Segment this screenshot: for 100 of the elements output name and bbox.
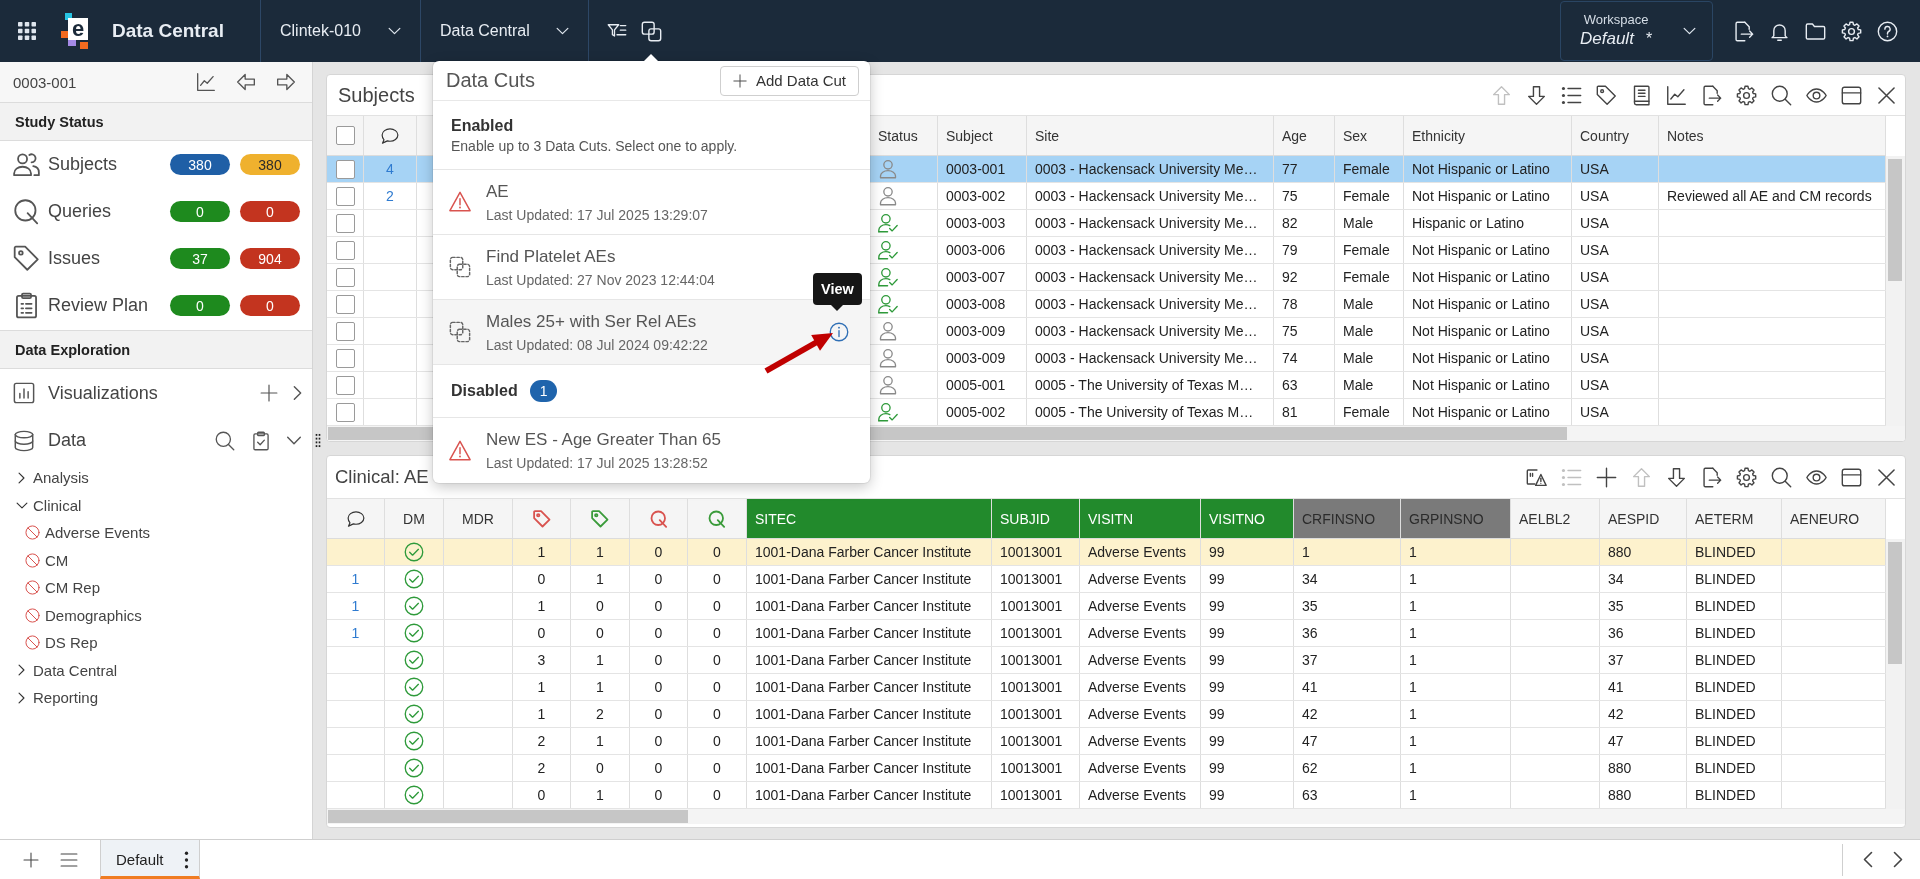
column-header[interactable]: Site xyxy=(1027,116,1274,155)
horizontal-scrollbar[interactable] xyxy=(327,809,1905,824)
chevron-left-icon[interactable] xyxy=(1863,851,1873,868)
table-row[interactable]: 1 0 0 0 0 1001-Dana Farber Cancer Institute 10013001 Adverse Events 99 36 1 36 BLINDED xyxy=(327,620,1886,647)
tag-icon[interactable] xyxy=(1596,84,1617,106)
tree-item[interactable]: Clinical xyxy=(33,496,82,514)
settings-icon[interactable] xyxy=(1736,84,1757,106)
panel-icon[interactable] xyxy=(1841,84,1862,106)
column-header[interactable]: Notes xyxy=(1659,116,1886,155)
column-header[interactable]: Age xyxy=(1274,116,1335,155)
settings-icon[interactable] xyxy=(1736,466,1757,488)
list-icon[interactable] xyxy=(1561,84,1582,106)
column-header[interactable]: VISITNO xyxy=(1201,499,1294,538)
folder-icon[interactable] xyxy=(1805,20,1826,42)
document-warning-icon[interactable] xyxy=(1526,466,1547,488)
sidebar-item[interactable]: Visualizations xyxy=(48,382,158,404)
column-header[interactable]: SITEC xyxy=(747,499,992,538)
vertical-scrollbar[interactable] xyxy=(1886,539,1905,809)
table-row[interactable]: 2 0 0 0 1001-Dana Farber Cancer Institute 10013001 Adverse Events 99 62 1 880 BLINDED xyxy=(327,755,1886,782)
add-data-cut-button[interactable]: Add Data Cut xyxy=(719,65,859,96)
info-icon[interactable] xyxy=(829,322,849,342)
column-header[interactable]: Subject xyxy=(938,116,1027,155)
column-header[interactable]: DM xyxy=(385,499,444,538)
chevron-right-icon[interactable] xyxy=(1893,851,1903,868)
book-icon[interactable] xyxy=(1631,84,1652,106)
comment-count[interactable]: 1 xyxy=(327,620,385,646)
workspace-selector[interactable]: Workspace Default * xyxy=(1560,1,1713,61)
panel-icon[interactable] xyxy=(1841,466,1862,488)
column-header[interactable]: MDR xyxy=(444,499,513,538)
workspace-tab[interactable]: Default xyxy=(100,840,200,879)
table-row[interactable]: 1 1 0 0 1001-Dana Farber Cancer Institute 10013001 Adverse Events 99 41 1 41 BLINDED xyxy=(327,674,1886,701)
export-icon[interactable] xyxy=(1733,20,1754,42)
clipboard-check-icon[interactable] xyxy=(251,430,271,451)
menu-icon[interactable] xyxy=(60,850,78,869)
arrow-down-icon[interactable] xyxy=(1526,84,1547,106)
dropdown-selector[interactable]: Data Central xyxy=(421,0,588,62)
row-checkbox[interactable] xyxy=(335,213,355,233)
plus-icon[interactable] xyxy=(1596,466,1617,488)
arrow-left-icon[interactable] xyxy=(236,72,256,92)
column-header[interactable]: Sex xyxy=(1335,116,1404,155)
kebab-menu-icon[interactable] xyxy=(184,850,189,869)
row-checkbox[interactable] xyxy=(335,375,355,395)
row-checkbox[interactable] xyxy=(335,159,355,179)
sidebar-item[interactable]: Issues xyxy=(48,248,101,269)
chevron-right-icon[interactable] xyxy=(18,691,25,704)
line-chart-icon[interactable] xyxy=(1666,84,1687,106)
column-header[interactable]: AENEURO xyxy=(1782,499,1886,538)
sidebar-item[interactable]: Review Plan xyxy=(48,295,149,316)
row-checkbox[interactable] xyxy=(335,186,355,206)
comment-count[interactable]: 1 xyxy=(327,566,385,592)
table-row[interactable]: 1 0 1 0 0 1001-Dana Farber Cancer Institute 10013001 Adverse Events 99 34 1 34 BLINDED xyxy=(327,566,1886,593)
table-row[interactable]: 3 1 0 0 1001-Dana Farber Cancer Institute 10013001 Adverse Events 99 37 1 37 BLINDED xyxy=(327,647,1886,674)
table-row[interactable]: 0 1 0 0 1001-Dana Farber Cancer Institute 10013001 Adverse Events 99 63 1 880 BLINDED xyxy=(327,782,1886,809)
sidebar-item[interactable]: Subjects xyxy=(48,154,118,175)
table-row[interactable]: 1 1 0 0 1001-Dana Farber Cancer Institute 10013001 Adverse Events 99 1 1 880 BLINDED xyxy=(327,539,1886,566)
table-row[interactable]: 1 1 0 0 0 1001-Dana Farber Cancer Institute 10013001 Adverse Events 99 35 1 35 BLINDED xyxy=(327,593,1886,620)
row-checkbox[interactable] xyxy=(335,294,355,314)
tree-item[interactable]: Reporting xyxy=(33,689,99,707)
scrollbar-thumb[interactable] xyxy=(1888,159,1902,281)
chevron-right-icon[interactable] xyxy=(293,385,302,401)
arrow-down-icon[interactable] xyxy=(1666,466,1687,488)
apps-grid-icon[interactable] xyxy=(18,22,36,40)
export-icon[interactable] xyxy=(1701,84,1722,106)
select-all-checkbox[interactable] xyxy=(335,126,355,145)
chevron-right-icon[interactable] xyxy=(18,664,25,677)
row-checkbox[interactable] xyxy=(335,348,355,368)
export-icon[interactable] xyxy=(1701,466,1722,488)
column-header[interactable]: VISITN xyxy=(1080,499,1201,538)
scrollbar-thumb[interactable] xyxy=(328,810,688,823)
column-header[interactable]: Country xyxy=(1572,116,1659,155)
tree-item[interactable]: Analysis xyxy=(33,469,89,487)
chevron-right-icon[interactable] xyxy=(18,471,25,484)
drag-handle-icon[interactable] xyxy=(314,433,321,448)
column-header[interactable]: AELBL2 xyxy=(1511,499,1600,538)
scrollbar-thumb[interactable] xyxy=(1888,542,1902,664)
table-row[interactable]: 2 1 0 0 1001-Dana Farber Cancer Institute 10013001 Adverse Events 99 47 1 47 BLINDED xyxy=(327,728,1886,755)
row-checkbox[interactable] xyxy=(335,267,355,287)
column-header[interactable]: Ethnicity xyxy=(1404,116,1572,155)
column-header[interactable]: AESPID xyxy=(1600,499,1687,538)
overlapping-squares-icon[interactable] xyxy=(641,20,662,42)
column-header[interactable]: SUBJID xyxy=(992,499,1080,538)
sidebar-item[interactable]: Data xyxy=(48,430,87,451)
row-checkbox[interactable] xyxy=(335,240,355,260)
row-checkbox[interactable] xyxy=(335,402,355,422)
tree-item[interactable]: Data Central xyxy=(33,661,118,679)
comment-count[interactable]: 2 xyxy=(364,183,417,209)
data-cut-item[interactable]: AE Last Updated: 17 Jul 2025 13:29:07 xyxy=(433,170,870,235)
sidebar-item[interactable]: Queries xyxy=(48,201,112,222)
help-icon[interactable] xyxy=(1877,20,1898,42)
row-checkbox[interactable] xyxy=(335,321,355,341)
comment-count[interactable]: 1 xyxy=(327,593,385,619)
search-icon[interactable] xyxy=(1771,466,1792,488)
close-icon[interactable] xyxy=(1878,86,1895,104)
line-chart-icon[interactable] xyxy=(196,72,216,92)
search-icon[interactable] xyxy=(215,430,235,451)
table-row[interactable]: 1 2 0 0 1001-Dana Farber Cancer Institute 10013001 Adverse Events 99 42 1 42 BLINDED xyxy=(327,701,1886,728)
vertical-scrollbar[interactable] xyxy=(1886,156,1905,426)
column-header[interactable]: AETERM xyxy=(1687,499,1782,538)
chevron-down-icon[interactable] xyxy=(286,436,302,445)
arrow-right-icon[interactable] xyxy=(276,72,296,92)
